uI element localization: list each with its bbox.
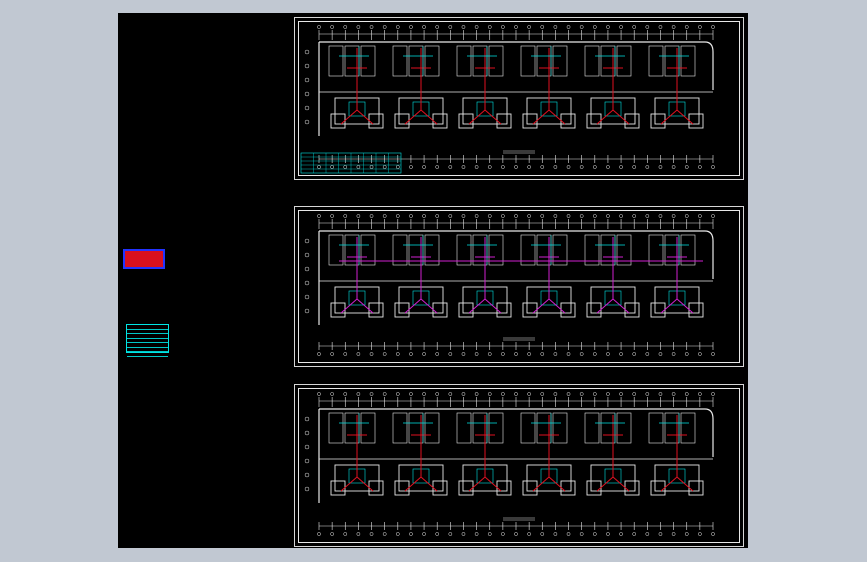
floor-plan-sheet-2[interactable] (294, 206, 744, 367)
floor-plan-drawing (304, 214, 715, 356)
floor-plan-drawing (304, 392, 715, 536)
floor-plan-drawing (300, 25, 715, 174)
legend-stamp (123, 249, 165, 269)
symbol-table (126, 324, 169, 357)
floor-plan-sheet-3[interactable] (294, 384, 744, 547)
floor-plan-sheet-1[interactable] (294, 17, 744, 180)
table-row (127, 352, 168, 357)
cad-drawing-canvas[interactable] (118, 13, 748, 548)
